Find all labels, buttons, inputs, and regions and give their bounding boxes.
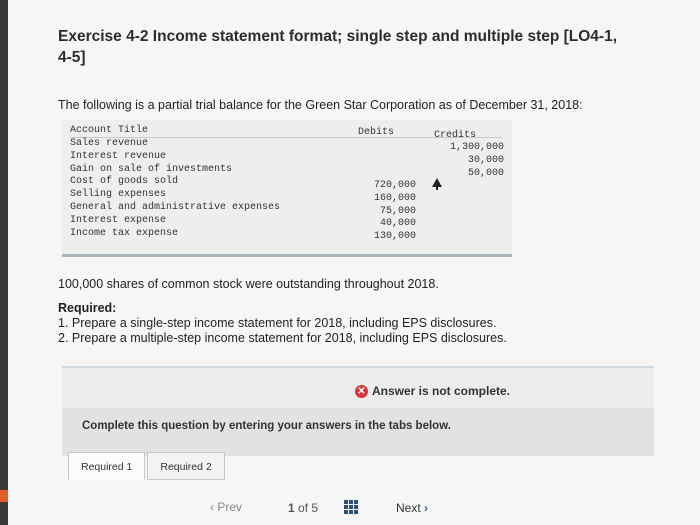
account-title: General and administrative expenses [70,201,281,213]
next-button[interactable]: Next › [396,501,428,515]
trial-balance-table: Account Title Debits Credits Sales reven… [62,120,512,257]
account-title: Cost of goods sold [70,176,179,188]
tab-required-1[interactable]: Required 1 [68,452,146,480]
header-credits: Credits [434,130,477,141]
required-label: Required: [58,301,117,315]
account-title: Income tax expense [70,227,179,239]
credit-value: 1,300,000 [449,142,504,153]
page-total: 5 [311,501,319,515]
debit-value: 720,000 [373,180,416,191]
header-debits: Debits [358,127,395,138]
debit-value: 40,000 [379,218,416,230]
prev-label: Prev [217,500,243,514]
account-title: Gain on sale of investments [70,163,233,175]
debit-value: 160,000 [373,192,416,204]
pagination: ‹ Prev 1 of 5 Next › [200,496,480,520]
prev-button[interactable]: ‹ Prev [210,500,242,514]
tab-required-2[interactable]: Required 2 [147,452,225,480]
chevron-right-icon: › [424,501,429,515]
debit-value: 75,000 [379,205,416,217]
page-current: 1 [288,501,295,515]
debit-value: 130,000 [373,231,416,243]
shares-note: 100,000 shares of common stock were outs… [58,277,439,291]
requirement-2: 2. Prepare a multiple-step income statem… [58,331,507,345]
instruction-text: Complete this question by entering your … [82,420,451,432]
left-edge-strip [0,0,8,525]
exercise-title: Exercise 4-2 Income statement format; si… [58,26,678,68]
account-title: Selling expenses [70,189,167,201]
next-label: Next [396,501,421,515]
requirements: Required: 1. Prepare a single-step incom… [58,301,507,346]
account-title: Interest revenue [70,150,167,162]
edge-marker [0,490,8,502]
credits-column: 1,300,000 30,000 50,000 [430,142,504,180]
answer-status-bar: ✕ Answer is not complete. [62,366,654,410]
account-title: Sales revenue [70,138,149,149]
chevron-left-icon: ‹ [210,500,214,514]
instruction-box: Complete this question by entering your … [62,408,654,456]
status-text: Answer is not complete. [371,384,510,398]
title-line-1: Exercise 4-2 Income statement format; si… [58,28,618,45]
intro-text: The following is a partial trial balance… [58,98,583,112]
title-line-2: 4-5] [58,49,86,66]
header-account-title: Account Title [70,125,149,136]
debits-column: 720,000 160,000 75,000 40,000 130,000 [352,180,416,244]
requirement-1: 1. Prepare a single-step income statemen… [58,316,497,330]
page-indicator: 1 of 5 [288,501,318,515]
table-row: Sales revenue Interest revenue Gain on s… [70,138,330,240]
page-of: of [298,501,309,515]
account-title: Interest expense [70,214,167,226]
grid-view-icon[interactable] [344,500,358,514]
credit-value: 30,000 [467,154,504,166]
requirement-tabs: Required 1 Required 2 [68,452,227,480]
mouse-cursor-icon [432,178,442,190]
answer-status: ✕ Answer is not complete. [354,384,510,398]
error-x-icon: ✕ [354,384,368,398]
